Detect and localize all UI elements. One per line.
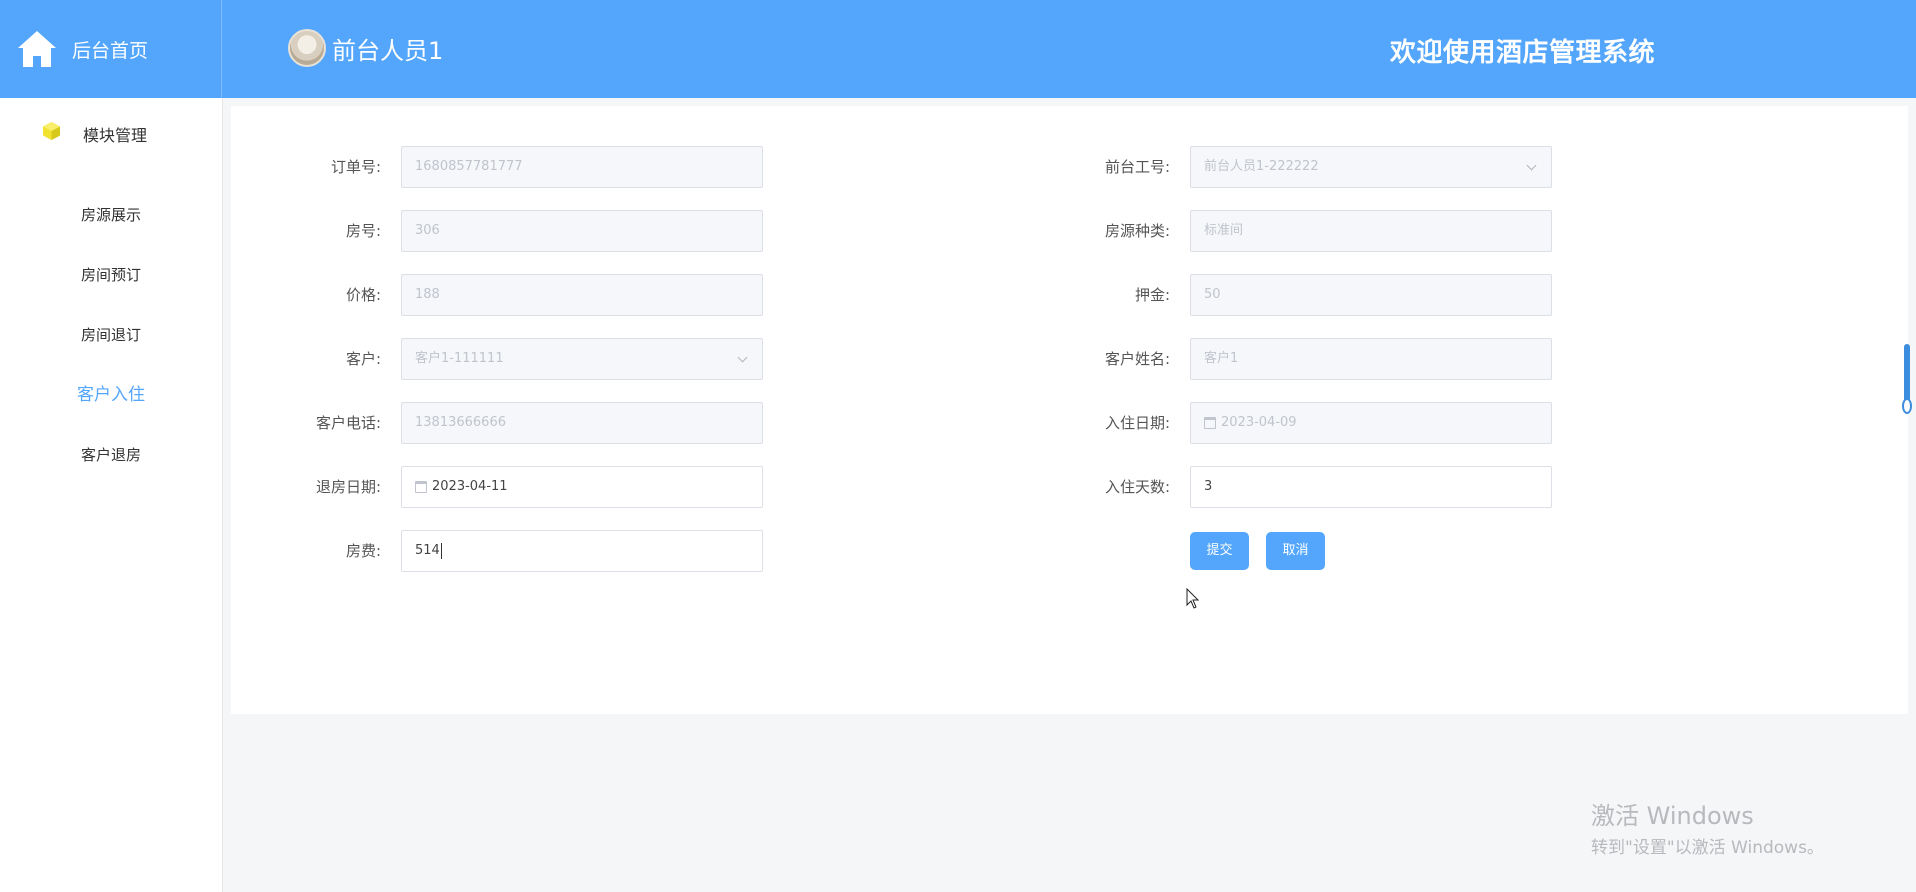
cancel-button[interactable]: 取消 xyxy=(1266,532,1325,570)
home-link[interactable]: 后台首页 xyxy=(0,0,222,98)
order-no-label: 订单号: xyxy=(330,158,381,176)
module-menu-header[interactable]: 模块管理 xyxy=(0,98,222,166)
price-field: 188 xyxy=(401,274,763,316)
sidebar-item-room-booking[interactable]: 房间预订 xyxy=(0,255,222,295)
home-icon xyxy=(18,31,56,67)
mouse-cursor-icon xyxy=(1186,588,1200,609)
avatar xyxy=(288,29,326,67)
checkin-form: 订单号: 1680857781777 房号: 306 价格: 188 客户: 客… xyxy=(231,106,1908,714)
price-value: 188 xyxy=(415,287,440,302)
deposit-label: 押金: xyxy=(1134,286,1170,304)
customer-name-value: 客户1 xyxy=(1204,351,1239,366)
order-no-field: 1680857781777 xyxy=(401,146,763,188)
sidebar-item-checkin[interactable]: 客户入住 xyxy=(0,375,222,415)
customer-name-label: 客户姓名: xyxy=(1104,350,1170,368)
room-no-label: 房号: xyxy=(345,222,381,240)
room-fee-value: 514 xyxy=(415,543,440,558)
calendar-icon xyxy=(1204,417,1216,429)
room-type-label: 房源种类: xyxy=(1104,222,1170,240)
scrollbar-handle[interactable] xyxy=(1902,398,1912,414)
checkout-date-picker[interactable]: 2023-04-11 xyxy=(401,466,763,508)
sidebar: 模块管理 房源展示 房间预订 房间退订 客户入住 客户退房 xyxy=(0,98,223,892)
watermark-subtitle: 转到"设置"以激活 Windows。 xyxy=(1591,838,1824,858)
checkin-date-field: 2023-04-09 xyxy=(1190,402,1552,444)
calendar-icon xyxy=(415,481,427,493)
customer-value: 客户1-111111 xyxy=(415,351,504,366)
room-no-value: 306 xyxy=(415,223,440,238)
sidebar-item-room-cancel[interactable]: 房间退订 xyxy=(0,315,222,355)
sidebar-item-room-display[interactable]: 房源展示 xyxy=(0,195,222,235)
chevron-down-icon xyxy=(737,352,748,363)
customer-phone-label: 客户电话: xyxy=(315,414,381,432)
watermark-title: 激活 Windows xyxy=(1591,802,1754,830)
room-fee-input[interactable]: 514 xyxy=(401,530,763,572)
user-name: 前台人员1 xyxy=(332,36,444,65)
chevron-down-icon xyxy=(1526,160,1537,171)
welcome-title: 欢迎使用酒店管理系统 xyxy=(1390,38,1656,68)
user-profile[interactable]: 前台人员1 xyxy=(288,26,443,70)
customer-label: 客户: xyxy=(345,350,381,368)
customer-name-field: 客户1 xyxy=(1190,338,1552,380)
checkout-date-label: 退房日期: xyxy=(315,478,381,496)
submit-button[interactable]: 提交 xyxy=(1190,532,1249,570)
room-no-field: 306 xyxy=(401,210,763,252)
checkin-date-label: 入住日期: xyxy=(1104,414,1170,432)
customer-select: 客户1-111111 xyxy=(401,338,763,380)
stay-days-input[interactable]: 3 xyxy=(1190,466,1552,508)
staff-no-label: 前台工号: xyxy=(1104,158,1170,176)
windows-activation-watermark: 激活 Windows 转到"设置"以激活 Windows。 xyxy=(1591,796,1824,858)
deposit-value: 50 xyxy=(1204,287,1221,302)
top-header: 后台首页 前台人员1 欢迎使用酒店管理系统 xyxy=(0,0,1916,98)
room-type-field: 标准间 xyxy=(1190,210,1552,252)
price-label: 价格: xyxy=(345,286,381,304)
staff-no-value: 前台人员1-222222 xyxy=(1204,159,1319,174)
stay-days-value: 3 xyxy=(1204,479,1213,494)
customer-phone-field: 13813666666 xyxy=(401,402,763,444)
module-menu-label: 模块管理 xyxy=(83,126,148,145)
order-no-value: 1680857781777 xyxy=(415,159,523,174)
customer-phone-value: 13813666666 xyxy=(415,415,506,430)
staff-no-select: 前台人员1-222222 xyxy=(1190,146,1552,188)
cube-icon xyxy=(43,122,60,140)
room-fee-label: 房费: xyxy=(345,542,381,560)
room-type-value: 标准间 xyxy=(1204,223,1244,238)
stay-days-label: 入住天数: xyxy=(1104,478,1170,496)
sidebar-item-checkout[interactable]: 客户退房 xyxy=(0,435,222,475)
checkout-date-value: 2023-04-11 xyxy=(432,479,508,494)
deposit-field: 50 xyxy=(1190,274,1552,316)
checkin-date-value: 2023-04-09 xyxy=(1221,415,1297,430)
text-caret xyxy=(440,542,442,559)
home-label: 后台首页 xyxy=(72,40,149,62)
